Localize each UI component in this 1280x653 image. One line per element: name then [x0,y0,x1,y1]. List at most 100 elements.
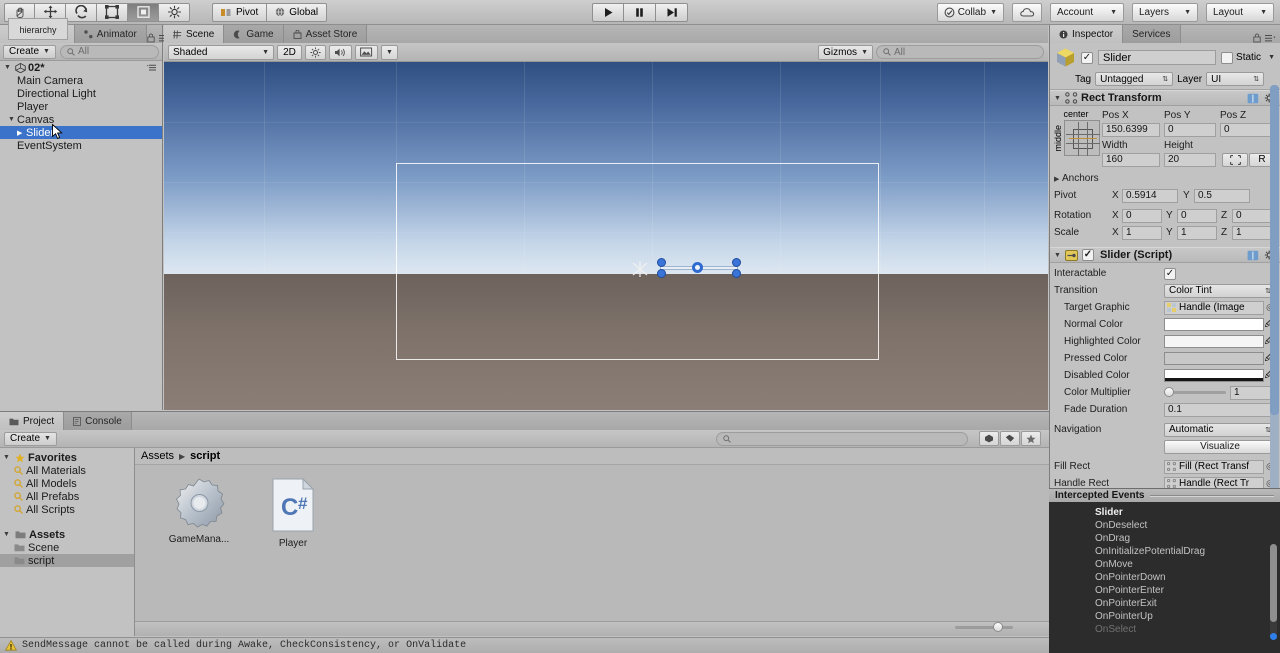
project-search-input[interactable] [716,431,968,446]
height-input[interactable]: 20 [1164,152,1216,167]
fill-rect-field[interactable]: Fill (Rect Transf [1164,459,1264,474]
hierarchy-create-button[interactable]: Create ▼ [3,44,56,59]
cloud-button[interactable] [1012,3,1042,22]
account-button[interactable]: Account ▼ [1050,3,1124,22]
effects-dropdown-button[interactable]: ▼ [381,44,398,60]
tab-scene[interactable]: Scene [164,25,225,43]
hierarchy-tree[interactable]: ▼ 02* Main Camera Directional Light Play… [0,61,162,410]
navigation-dropdown[interactable]: Automatic ⇅ [1164,422,1276,437]
hierarchy-search-input[interactable]: All [59,44,159,59]
tag-dropdown[interactable]: Untagged ⇅ [1095,72,1174,86]
assets-grid[interactable]: GameMana... C # Player [135,465,1049,621]
toggle-2d-button[interactable]: 2D [277,44,302,60]
rotate-tool-button[interactable] [66,2,97,22]
width-input[interactable]: 160 [1102,152,1160,167]
filter-by-label-button[interactable] [1000,431,1020,446]
scale-x-input[interactable]: 1 [1122,225,1162,240]
project-tree-all-models[interactable]: All Models [0,477,134,490]
scene-viewport[interactable] [164,62,1048,410]
chevron-down-icon[interactable]: ▼ [3,454,12,461]
asset-item[interactable]: GameMana... [163,477,235,621]
help-book-icon[interactable] [1247,93,1259,104]
chevron-right-icon[interactable]: ▶ [17,129,26,137]
scale-z-input[interactable]: 1 [1232,225,1272,240]
fade-duration-input[interactable]: 0.1 [1164,402,1276,417]
project-tree-assets[interactable]: ▼ Assets [0,528,134,541]
pause-button[interactable] [624,3,656,22]
tab-services[interactable]: Services [1123,25,1181,43]
tab-asset-store[interactable]: Asset Store [283,25,368,43]
project-tree-all-scripts[interactable]: All Scripts [0,503,134,516]
chevron-down-icon[interactable]: ▼ [1268,54,1275,61]
rot-x-input[interactable]: 0 [1122,208,1162,223]
events-scrollbar-dot[interactable] [1270,633,1277,640]
slider-gizmo-handle-right-bottom[interactable] [732,269,741,278]
hierarchy-item-main-camera[interactable]: Main Camera [0,74,162,87]
hierarchy-item-eventsystem[interactable]: EventSystem [0,139,162,152]
chevron-down-icon[interactable]: ▼ [1054,95,1062,102]
scale-tool-button[interactable] [97,2,128,22]
help-book-icon[interactable] [1247,250,1259,261]
lock-icon[interactable] [1253,33,1261,43]
layout-button[interactable]: Layout ▼ [1206,3,1274,22]
chevron-down-icon[interactable]: ▼ [8,116,17,123]
tab-game[interactable]: Game [224,25,284,43]
project-tree-all-materials[interactable]: All Materials [0,464,134,477]
slider-gizmo-handle-left-bottom[interactable] [657,269,666,278]
pos-y-input[interactable]: 0 [1164,122,1216,137]
slider-gizmo-handle-right-top[interactable] [732,258,741,267]
project-tree[interactable]: ▼ Favorites All Materials All Models All… [0,448,135,636]
static-checkbox[interactable] [1221,51,1234,64]
breadcrumb-assets[interactable]: Assets [141,450,174,462]
hierarchy-item-player[interactable]: Player [0,100,162,113]
asset-zoom-knob[interactable] [993,622,1003,632]
filter-by-type-button[interactable] [979,431,999,446]
rect-tool-button[interactable] [128,2,159,22]
events-scrollbar-thumb[interactable] [1270,544,1277,622]
disabled-color-swatch[interactable] [1164,369,1264,382]
project-tree-scene[interactable]: Scene [0,541,134,554]
tab-animator[interactable]: Animator [74,25,147,43]
slider-gizmo-handle-left-top[interactable] [657,258,666,267]
collab-button[interactable]: Collab ▼ [936,3,1004,22]
scene-search-input[interactable]: All [876,45,1044,59]
color-multiplier-slider[interactable] [1164,387,1226,397]
interactable-checkbox[interactable]: ✓ [1164,267,1176,280]
shading-mode-dropdown[interactable]: Shaded ▼ [168,44,274,60]
hierarchy-item-directional-light[interactable]: Directional Light [0,87,162,100]
transition-dropdown[interactable]: Color Tint ⇅ [1164,283,1276,298]
tab-inspector[interactable]: Inspector [1050,25,1124,43]
play-button[interactable] [592,3,624,22]
lighting-toggle-button[interactable] [305,44,326,60]
rect-transform-header[interactable]: ▼ Rect Transform [1050,90,1280,106]
slider-gizmo-center-handle[interactable] [692,262,703,273]
hierarchy-item-slider[interactable]: ▶ Slider [0,126,162,139]
hierarchy-scene-row[interactable]: ▼ 02* [0,61,162,74]
pivot-toggle-button[interactable]: Pivot [212,2,267,22]
chevron-right-icon[interactable]: ▶ [1054,175,1062,183]
rot-y-input[interactable]: 0 [1177,208,1217,223]
hierarchy-item-canvas[interactable]: ▼ Canvas [0,113,162,126]
favorites-filter-button[interactable] [1021,431,1041,446]
panel-menu-icon[interactable] [1265,34,1276,43]
project-tree-favorites[interactable]: ▼ Favorites [0,451,134,464]
gizmos-dropdown[interactable]: Gizmos ▼ [818,44,873,60]
transform-tool-button[interactable] [159,2,190,22]
audio-toggle-button[interactable] [329,44,352,60]
status-bar[interactable]: SendMessage cannot be called during Awak… [0,637,1049,653]
project-create-button[interactable]: Create ▼ [4,431,57,446]
object-name-field[interactable]: Slider [1098,50,1217,65]
step-button[interactable] [656,3,688,22]
chevron-down-icon[interactable]: ▼ [3,531,12,538]
rot-z-input[interactable]: 0 [1232,208,1272,223]
chevron-down-icon[interactable]: ▼ [1054,252,1062,259]
pos-z-input[interactable]: 0 [1220,122,1272,137]
inspector-scrollbar-thumb[interactable] [1270,85,1279,415]
project-tree-all-prefabs[interactable]: All Prefabs [0,490,134,503]
project-tree-script[interactable]: script [0,554,134,567]
asset-item[interactable]: C # Player [257,477,329,621]
slider-gizmo[interactable] [624,252,744,282]
blueprint-mode-button[interactable] [1222,152,1248,167]
pressed-color-swatch[interactable] [1164,352,1264,365]
anchor-preset-button[interactable] [1063,120,1100,156]
